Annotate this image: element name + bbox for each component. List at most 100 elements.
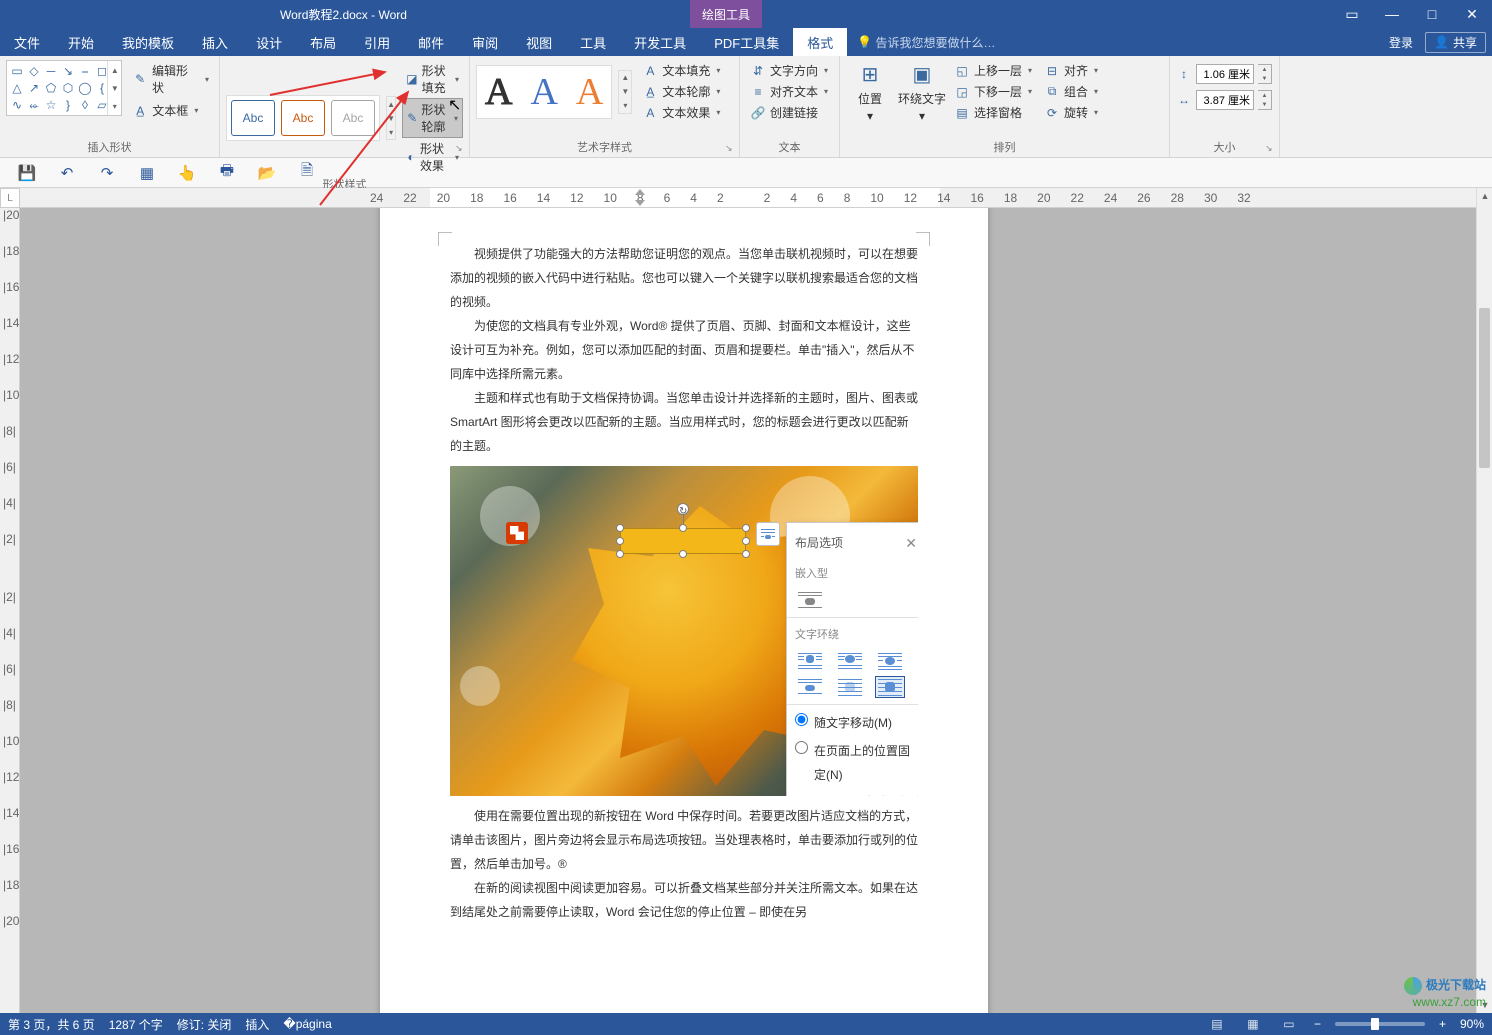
scroll-thumb[interactable] — [1479, 308, 1490, 468]
tab-mailings[interactable]: 邮件 — [404, 28, 458, 56]
status-extra-icon[interactable]: �página — [283, 1017, 331, 1031]
gallery-more-icon[interactable]: ▾ — [108, 97, 121, 115]
account-signin[interactable]: 登录 — [1389, 34, 1413, 51]
wrap-tight-icon[interactable] — [835, 650, 865, 672]
shape-icon[interactable]: ⬰ — [27, 98, 41, 112]
wrap-square-icon[interactable] — [795, 650, 825, 672]
horizontal-ruler[interactable]: 2422201816141210864224681012141618202224… — [20, 188, 1476, 208]
tab-mytemplate[interactable]: 我的模板 — [108, 28, 188, 56]
tab-view[interactable]: 视图 — [512, 28, 566, 56]
dialog-launcher-icon[interactable]: ↘ — [1265, 143, 1277, 155]
wrap-inline-icon[interactable] — [795, 589, 825, 611]
resize-handle[interactable] — [742, 537, 750, 545]
spin-down-icon[interactable]: ▼ — [1258, 74, 1271, 83]
shape-icon[interactable]: ◊ — [78, 98, 92, 112]
gallery-more-icon[interactable]: ▾ — [387, 125, 395, 139]
ribbon-display-options-icon[interactable]: ▭ — [1332, 0, 1372, 28]
shape-icon[interactable]: ◇ — [27, 64, 41, 78]
qat-layout-icon[interactable]: ▦ — [138, 164, 156, 182]
gallery-up-icon[interactable]: ▲ — [108, 61, 121, 79]
spin-down-icon[interactable]: ▼ — [1258, 100, 1271, 109]
tab-home[interactable]: 开始 — [54, 28, 108, 56]
create-link-button[interactable]: 🔗创建链接 — [746, 102, 833, 123]
hanging-indent-icon[interactable] — [635, 200, 645, 206]
tab-review[interactable]: 审阅 — [458, 28, 512, 56]
status-track[interactable]: 修订: 关闭 — [177, 1016, 232, 1033]
tab-design[interactable]: 设计 — [242, 28, 296, 56]
paragraph[interactable]: 为使您的文档具有专业外观，Word® 提供了页眉、页脚、封面和文本框设计，这些设… — [450, 314, 918, 386]
gallery-down-icon[interactable]: ▼ — [619, 85, 631, 99]
wordart-sample[interactable]: A — [485, 70, 512, 114]
shape-icon[interactable]: ↘ — [61, 64, 75, 78]
share-button[interactable]: 👤共享 — [1425, 32, 1486, 53]
send-backward-button[interactable]: ◲下移一层▾ — [950, 81, 1036, 102]
dialog-launcher-icon[interactable]: ↘ — [455, 143, 467, 155]
tab-file[interactable]: 文件 — [0, 28, 54, 56]
selected-shape[interactable] — [620, 528, 746, 554]
tab-references[interactable]: 引用 — [350, 28, 404, 56]
view-read-icon[interactable]: ▤ — [1206, 1016, 1228, 1032]
shape-icon[interactable]: ⬠ — [44, 81, 58, 95]
popup-close-icon[interactable]: ✕ — [905, 529, 917, 557]
resize-handle[interactable] — [616, 550, 624, 558]
selection-pane-button[interactable]: ▤选择窗格 — [950, 102, 1036, 123]
style-sample[interactable]: Abc — [331, 100, 375, 136]
shape-icon[interactable]: ◯ — [78, 81, 92, 95]
shape-icon[interactable]: ─ — [44, 64, 58, 78]
text-box-button[interactable]: A̲文本框▾ — [128, 100, 213, 121]
shape-height-input[interactable] — [1196, 64, 1254, 84]
group-button[interactable]: ⧉组合▾ — [1040, 81, 1102, 102]
wrap-through-icon[interactable] — [875, 650, 905, 672]
shape-icon[interactable]: ☆ — [44, 98, 58, 112]
vertical-ruler[interactable]: |20||18||16||14||12||10||8||6||4||2||2||… — [0, 208, 20, 1013]
spin-up-icon[interactable]: ▲ — [1258, 65, 1271, 74]
shape-style-gallery[interactable]: Abc Abc Abc — [226, 95, 380, 141]
wrap-text-button[interactable]: ▣环绕文字▾ — [898, 60, 946, 123]
view-print-icon[interactable]: ▦ — [1242, 1016, 1264, 1032]
status-page[interactable]: 第 3 页，共 6 页 — [8, 1016, 95, 1033]
resize-handle[interactable] — [616, 524, 624, 532]
close-button[interactable]: ✕ — [1452, 0, 1492, 28]
spin-up-icon[interactable]: ▲ — [1258, 91, 1271, 100]
shape-icon[interactable]: ∿ — [10, 98, 24, 112]
scroll-up-icon[interactable]: ▲ — [1477, 188, 1492, 204]
zoom-slider[interactable] — [1335, 1022, 1425, 1026]
see-more-link[interactable]: 查看更多... — [795, 791, 917, 796]
status-words[interactable]: 1287 个字 — [109, 1016, 163, 1033]
bring-forward-button[interactable]: ◱上移一层▾ — [950, 60, 1036, 81]
rotate-handle-icon[interactable] — [677, 503, 689, 515]
qat-save-icon[interactable]: 💾 — [18, 164, 36, 182]
layout-options-button[interactable] — [756, 522, 780, 546]
shape-icon[interactable]: ⎯ — [78, 64, 92, 78]
document-area[interactable]: 视频提供了功能强大的方法帮助您证明您的观点。当您单击联机视频时，可以在想要添加的… — [20, 208, 1476, 1013]
shape-icon[interactable]: } — [61, 98, 75, 112]
shape-icon[interactable]: △ — [10, 81, 24, 95]
tab-developer[interactable]: 开发工具 — [620, 28, 700, 56]
tab-insert[interactable]: 插入 — [188, 28, 242, 56]
zoom-level[interactable]: 90% — [1460, 1017, 1484, 1031]
first-line-indent-icon[interactable] — [635, 189, 645, 195]
qat-undo-icon[interactable]: ↶ — [58, 164, 76, 182]
text-outline-button[interactable]: A̲文本轮廓▾ — [638, 81, 724, 102]
move-with-text-radio[interactable]: 随文字移动(M) — [795, 711, 917, 735]
shape-fill-button[interactable]: ◪形状填充▾ — [402, 60, 463, 98]
text-effects-button[interactable]: A文本效果▾ — [638, 102, 724, 123]
gallery-up-icon[interactable]: ▲ — [387, 97, 395, 111]
text-fill-button[interactable]: A文本填充▾ — [638, 60, 724, 81]
dialog-launcher-icon[interactable]: ↘ — [725, 143, 737, 155]
shape-effects-button[interactable]: ◐形状效果▾ — [402, 138, 463, 176]
maximize-button[interactable]: □ — [1412, 0, 1452, 28]
wordart-sample[interactable]: A — [530, 70, 557, 114]
resize-handle[interactable] — [742, 550, 750, 558]
rotate-button[interactable]: ⟳旋转▾ — [1040, 102, 1102, 123]
tab-tools[interactable]: 工具 — [566, 28, 620, 56]
shape-gallery[interactable]: ▭◇─↘⎯◻ △↗⬠⬡◯{ ∿⬰☆}◊▱ ▲▼▾ — [6, 60, 122, 116]
qat-touch-icon[interactable]: 👆 — [178, 164, 196, 182]
paragraph[interactable]: 主题和样式也有助于文档保持协调。当您单击设计并选择新的主题时，图片、图表或 Sm… — [450, 386, 918, 458]
shape-outline-button[interactable]: ✎形状轮廓▾ — [402, 98, 463, 138]
paragraph[interactable]: 使用在需要位置出现的新按钮在 Word 中保存时间。若要更改图片适应文档的方式，… — [450, 804, 918, 876]
shape-icon[interactable]: ▭ — [10, 64, 24, 78]
gallery-up-icon[interactable]: ▲ — [619, 71, 631, 85]
tab-format[interactable]: 格式 — [793, 28, 847, 56]
vertical-scrollbar[interactable]: ▲ ▼ — [1476, 188, 1492, 1013]
